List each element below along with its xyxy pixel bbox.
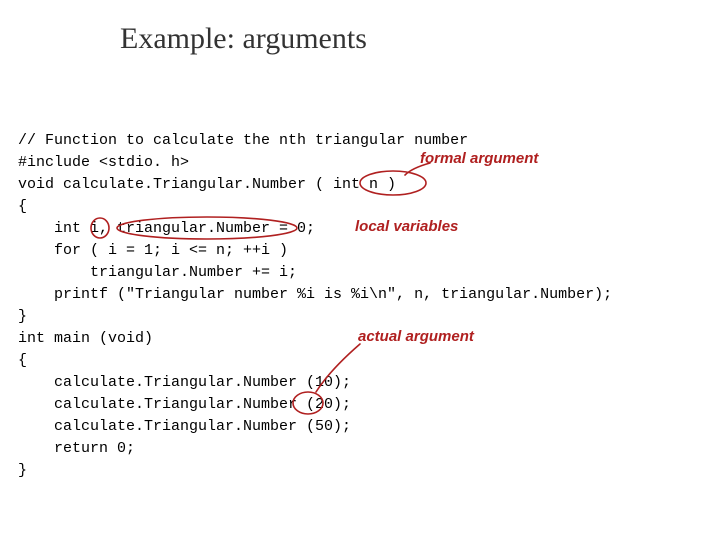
code-block: // Function to calculate the nth triangu… [18,130,612,482]
slide: Example: arguments // Function to calcul… [0,0,720,540]
slide-title: Example: arguments [120,22,367,56]
annotation-local-variables: local variables [355,218,458,235]
annotation-actual-argument: actual argument [358,328,474,345]
annotation-formal-argument: formal argument [420,150,538,167]
